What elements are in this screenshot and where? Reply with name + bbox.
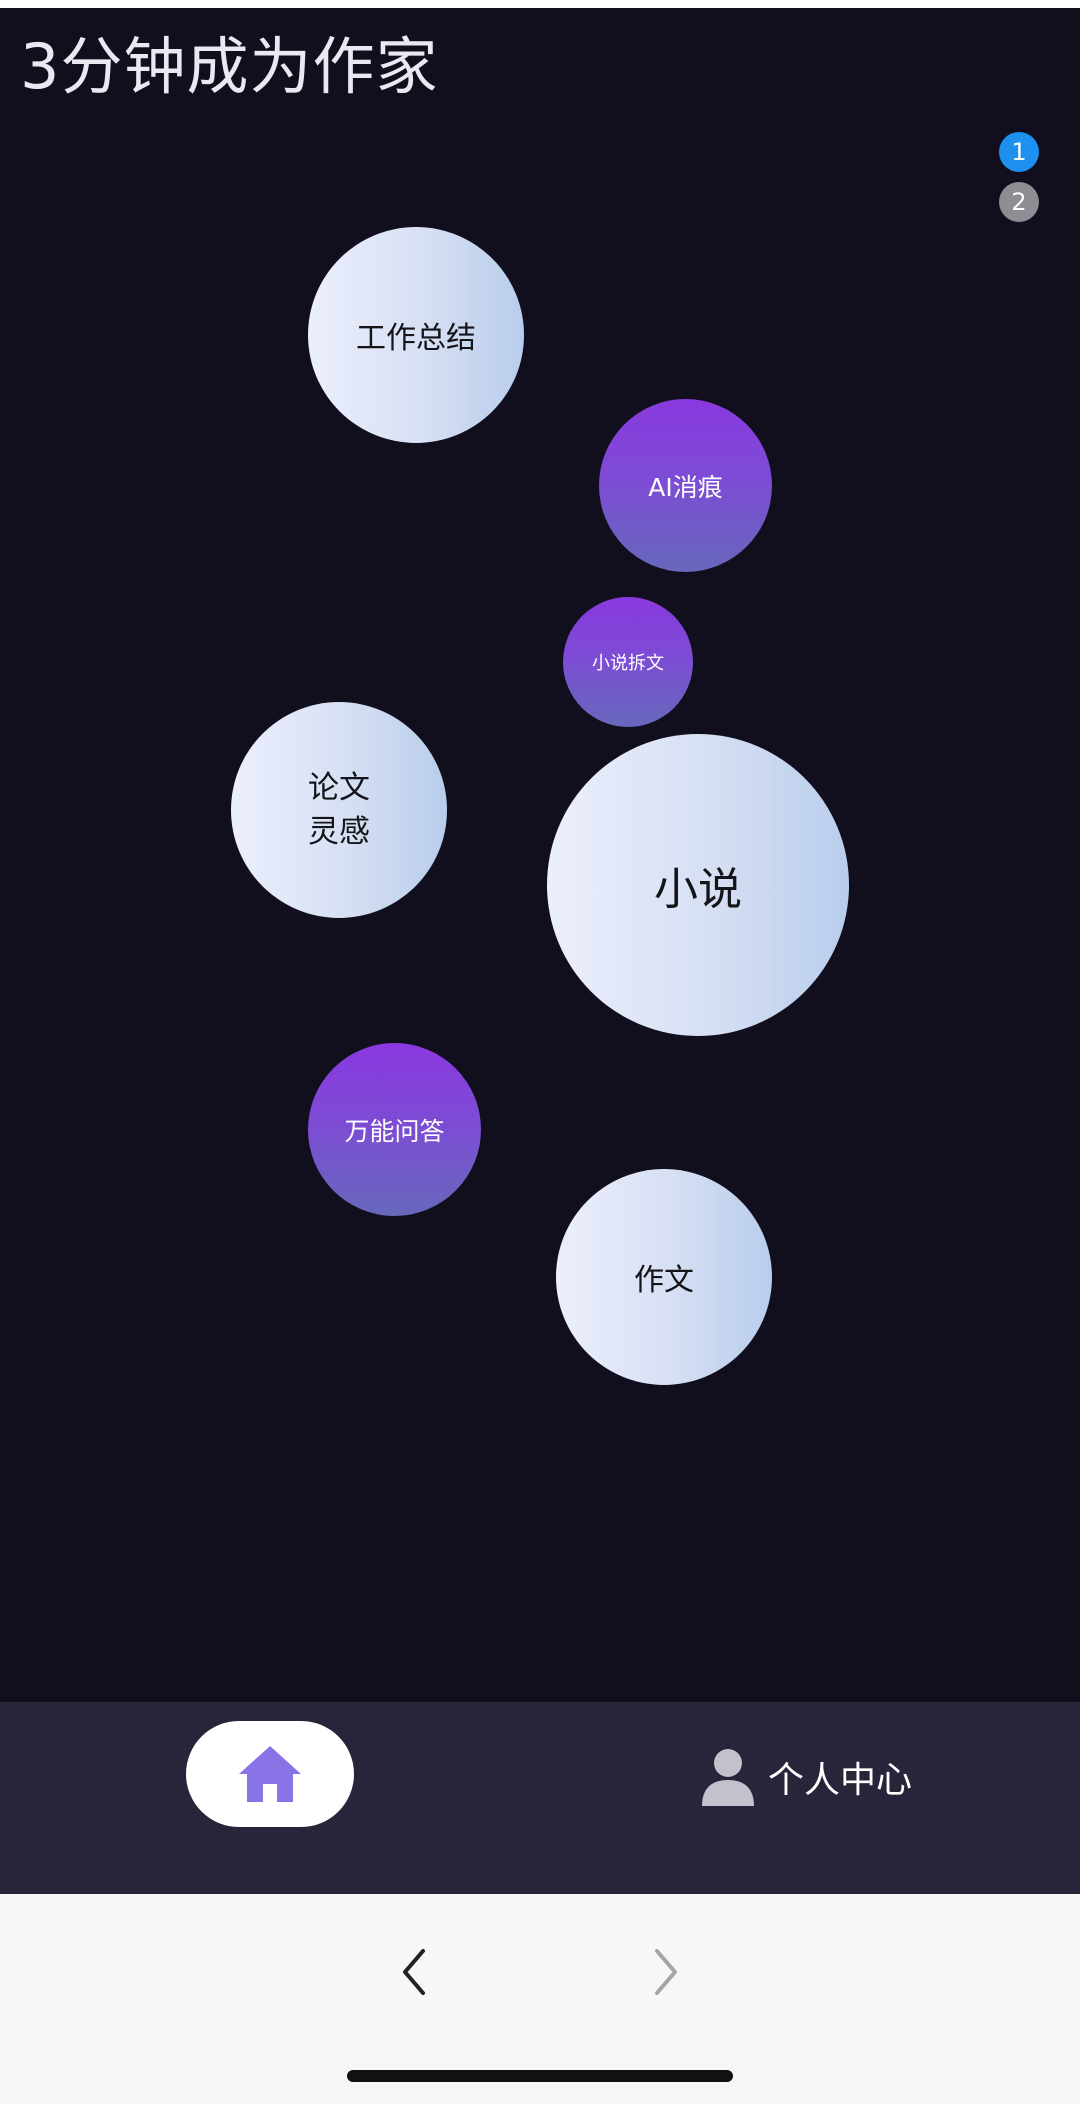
- tab-home[interactable]: [186, 1721, 354, 1827]
- bubble-ai-trace-removal[interactable]: AI消痕: [599, 399, 772, 572]
- bubble-novel-breakdown[interactable]: 小说拆文: [563, 597, 693, 727]
- status-strip: [0, 0, 1080, 8]
- home-icon: [239, 1746, 301, 1802]
- profile-tab-label: 个人中心: [768, 1760, 913, 1801]
- browser-navigation-bar: [0, 1894, 1080, 2104]
- back-button[interactable]: [384, 1934, 444, 2010]
- bubble-universal-qa[interactable]: 万能问答: [308, 1043, 481, 1216]
- chevron-right-icon: [655, 1949, 677, 1995]
- chevron-left-icon: [403, 1949, 425, 1995]
- page-dot-2[interactable]: 2: [999, 182, 1039, 222]
- home-indicator[interactable]: [347, 2070, 733, 2082]
- bubble-essay[interactable]: 作文: [556, 1169, 772, 1385]
- bottom-tab-bar: 个人中心: [0, 1702, 1080, 1894]
- page-title: 3分钟成为作家: [20, 30, 439, 103]
- bubble-novel[interactable]: 小说: [547, 734, 849, 1036]
- user-icon: [702, 1749, 754, 1806]
- main-canvas: 3分钟成为作家 1 2 工作总结 AI消痕 小说拆文 论文 灵感 小说 万能问答…: [0, 8, 1080, 1702]
- bubble-work-summary[interactable]: 工作总结: [308, 227, 524, 443]
- bubble-thesis-inspiration[interactable]: 论文 灵感: [231, 702, 447, 918]
- page-indicator: 1 2: [999, 132, 1039, 222]
- tab-profile[interactable]: 个人中心: [700, 1744, 912, 1810]
- page-dot-1[interactable]: 1: [999, 132, 1039, 172]
- forward-button[interactable]: [636, 1934, 696, 2010]
